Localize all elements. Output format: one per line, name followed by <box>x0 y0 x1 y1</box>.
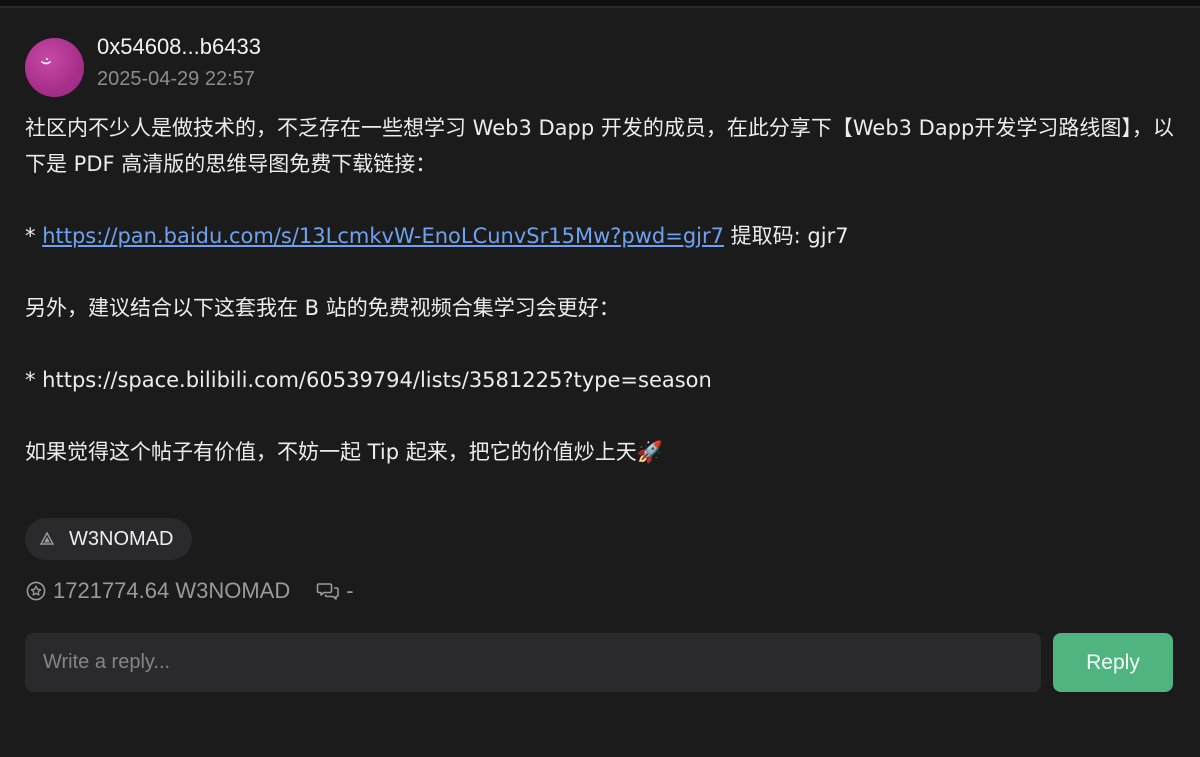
content-paragraph: 社区内不少人是做技术的，不乏存在一些想学习 Web3 Dapp 开发的成员，在此… <box>25 116 1174 176</box>
community-tag[interactable]: W3NOMAD <box>25 518 193 560</box>
comment-bubbles-icon <box>316 583 340 600</box>
post-timestamp: 2025-04-29 22:57 <box>97 68 255 90</box>
baidu-link[interactable]: https://pan.baidu.com/s/13LcmkvW-EnoLCun… <box>42 224 724 248</box>
content-paragraph: 另外，建议结合以下这套我在 B 站的免费视频合集学习会更好： <box>25 296 620 320</box>
bullet-marker: * <box>25 224 43 248</box>
tip-stat[interactable]: 1721774.64 W3NOMAD <box>25 578 290 604</box>
avatar[interactable] <box>25 38 84 97</box>
comment-stat[interactable]: - <box>316 578 354 604</box>
tip-coin-icon <box>26 581 46 601</box>
community-tag-label: W3NOMAD <box>69 527 174 550</box>
post-content: 社区内不少人是做技术的，不乏存在一些想学习 Web3 Dapp 开发的成员，在此… <box>25 110 1175 470</box>
reply-button[interactable]: Reply <box>1053 633 1173 692</box>
content-bullet: * https://space.bilibili.com/60539794/li… <box>25 368 712 392</box>
author-address[interactable]: 0x54608...b6433 <box>97 34 261 60</box>
post-stats: 1721774.64 W3NOMAD - <box>25 575 354 607</box>
reply-input[interactable] <box>25 633 1041 692</box>
community-logo-icon <box>39 531 55 545</box>
content-paragraph: 如果觉得这个帖子有价值，不妨一起 Tip 起来，把它的价值炒上天🚀 <box>25 440 663 464</box>
extraction-code: 提取码: gjr7 <box>724 224 849 248</box>
content-bullet: * https://pan.baidu.com/s/13LcmkvW-EnoLC… <box>25 218 1175 254</box>
avatar-smile-icon <box>41 58 51 65</box>
comment-count: - <box>346 578 354 603</box>
tip-amount: 1721774.64 W3NOMAD <box>53 578 291 603</box>
